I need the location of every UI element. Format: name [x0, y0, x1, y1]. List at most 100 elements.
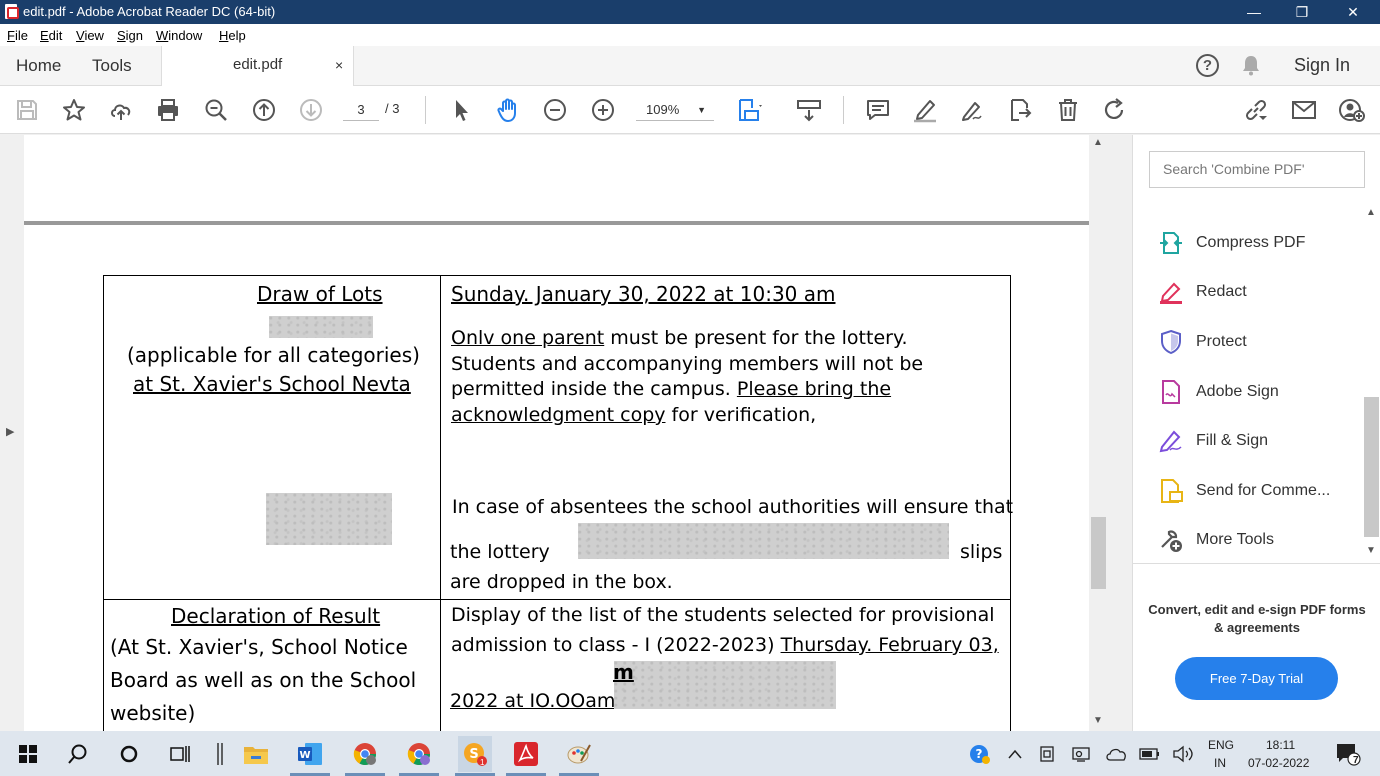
title-bar: edit.pdf - Adobe Acrobat Reader DC (64-b…: [0, 0, 1380, 24]
document-viewer[interactable]: Draw of Lots (applicable for all categor…: [0, 135, 1108, 731]
close-tab-icon[interactable]: ×: [335, 57, 343, 73]
stray-mark-text: m: [613, 660, 634, 684]
tools-search-input[interactable]: Search 'Combine PDF': [1149, 151, 1365, 188]
free-trial-button[interactable]: Free 7-Day Trial: [1175, 657, 1338, 700]
tool-protect[interactable]: Protect: [1158, 327, 1363, 357]
onedrive-cloud-icon[interactable]: [1101, 739, 1131, 769]
close-window-button[interactable]: ✕: [1330, 0, 1376, 24]
zoom-level-select[interactable]: 109% ▼: [636, 99, 714, 121]
previous-page-icon[interactable]: [250, 96, 278, 124]
word-icon[interactable]: W: [295, 739, 325, 769]
shield-icon: [1161, 329, 1181, 355]
draw-of-lots-heading: Draw of Lots: [257, 282, 383, 306]
scroll-up-icon[interactable]: ▲: [1366, 207, 1376, 218]
menu-window[interactable]: Window: [156, 28, 202, 43]
scroll-mode-icon[interactable]: [795, 96, 823, 124]
task-view-icon[interactable]: [165, 739, 195, 769]
print-icon[interactable]: [154, 96, 182, 124]
tool-compress-pdf[interactable]: Compress PDF: [1158, 228, 1363, 258]
chrome-icon[interactable]: [350, 739, 380, 769]
file-explorer-icon[interactable]: [241, 739, 271, 769]
add-user-icon[interactable]: [1338, 96, 1366, 124]
restore-button[interactable]: ❐: [1279, 0, 1325, 24]
rotate-icon[interactable]: [1101, 96, 1129, 124]
menu-help[interactable]: Help: [219, 28, 246, 43]
cloud-upload-icon[interactable]: [107, 96, 135, 124]
paint-icon[interactable]: [564, 739, 594, 769]
document-tab-label: edit.pdf: [233, 56, 283, 73]
clock-time[interactable]: 18:11: [1266, 738, 1295, 752]
search-icon[interactable]: [63, 739, 93, 769]
tab-tools[interactable]: Tools: [92, 46, 132, 86]
tab-home[interactable]: Home: [16, 46, 61, 86]
save-icon[interactable]: [13, 96, 41, 124]
tool-label: Protect: [1196, 333, 1247, 350]
tools-scrollbar[interactable]: ▲ ▼: [1362, 207, 1380, 563]
phone-link-icon[interactable]: [1032, 739, 1062, 769]
page-number-input[interactable]: 3: [343, 99, 379, 121]
toolbar: 3 / 3 109% ▼: [0, 86, 1380, 134]
notifications-icon[interactable]: 7: [1333, 739, 1363, 769]
menu-sign[interactable]: Sign: [117, 28, 143, 43]
tool-adobe-sign[interactable]: Adobe Sign: [1158, 377, 1363, 407]
zoom-out-icon[interactable]: [541, 96, 569, 124]
page-fit-icon[interactable]: [735, 96, 763, 124]
scroll-down-icon[interactable]: ▼: [1093, 715, 1103, 726]
select-arrow-icon[interactable]: [447, 96, 475, 124]
display-list-text: Display of the list of the students sele…: [451, 604, 995, 626]
tool-label: Fill & Sign: [1196, 432, 1269, 449]
tool-redact[interactable]: Redact: [1158, 277, 1363, 307]
menu-file[interactable]: File: [7, 28, 28, 43]
clock-date[interactable]: 07-02-2022: [1248, 756, 1309, 770]
taskbar-separator-icon: [205, 739, 235, 769]
email-icon[interactable]: [1290, 96, 1318, 124]
skype-badge: 1: [480, 758, 485, 767]
menu-view[interactable]: View: [76, 28, 104, 43]
highlight-pen-icon[interactable]: [911, 96, 939, 124]
minimize-button[interactable]: —: [1231, 0, 1277, 24]
link-icon[interactable]: [1242, 96, 1270, 124]
help-tray-icon[interactable]: ?: [965, 739, 995, 769]
hand-tool-icon[interactable]: [494, 96, 522, 124]
battery-icon[interactable]: [1135, 739, 1165, 769]
chevron-down-icon: ▼: [697, 105, 706, 115]
tool-send-for-comments[interactable]: Send for Comme...: [1158, 476, 1363, 506]
compress-icon: [1160, 232, 1182, 254]
chevron-up-icon[interactable]: [1000, 739, 1030, 769]
scroll-down-icon[interactable]: ▼: [1366, 545, 1376, 556]
left-panel-toggle-icon[interactable]: ▶: [6, 425, 14, 438]
delete-trash-icon[interactable]: [1054, 96, 1082, 124]
share-icon[interactable]: [1006, 96, 1034, 124]
menu-bar: File Edit View Sign Window Help: [0, 24, 1380, 46]
scroll-up-icon[interactable]: ▲: [1093, 137, 1103, 148]
region-indicator[interactable]: IN: [1214, 756, 1226, 770]
help-icon[interactable]: ?: [1196, 54, 1219, 77]
menu-edit[interactable]: Edit: [40, 28, 62, 43]
bell-icon[interactable]: [1241, 54, 1261, 76]
document-scrollbar[interactable]: ▲ ▼: [1089, 135, 1108, 731]
cortana-icon[interactable]: [114, 739, 144, 769]
tool-label: Redact: [1196, 283, 1247, 300]
chrome-profile-icon[interactable]: [404, 739, 434, 769]
comment-icon[interactable]: [864, 96, 892, 124]
volume-icon[interactable]: [1168, 739, 1198, 769]
bookmark-star-icon[interactable]: [60, 96, 88, 124]
tool-more-tools[interactable]: More Tools: [1158, 525, 1363, 555]
page-separator: [24, 221, 1089, 225]
language-indicator[interactable]: ENG: [1208, 738, 1234, 752]
next-page-icon[interactable]: [297, 96, 325, 124]
windows-start-icon[interactable]: [13, 739, 43, 769]
zoom-search-icon[interactable]: [202, 96, 230, 124]
fill-sign-icon: [1159, 430, 1182, 453]
display-icon[interactable]: [1066, 739, 1096, 769]
redacted-area: [269, 316, 373, 338]
scroll-thumb[interactable]: [1091, 517, 1106, 589]
tab-document[interactable]: edit.pdf ×: [161, 46, 354, 87]
sign-in-button[interactable]: Sign In: [1294, 55, 1350, 76]
skype-icon[interactable]: S 1: [458, 736, 492, 772]
acrobat-icon[interactable]: [511, 739, 541, 769]
zoom-in-icon[interactable]: [589, 96, 617, 124]
scroll-thumb[interactable]: [1364, 397, 1379, 537]
tool-fill-sign[interactable]: Fill & Sign: [1158, 426, 1363, 456]
draw-sign-icon[interactable]: [958, 96, 986, 124]
